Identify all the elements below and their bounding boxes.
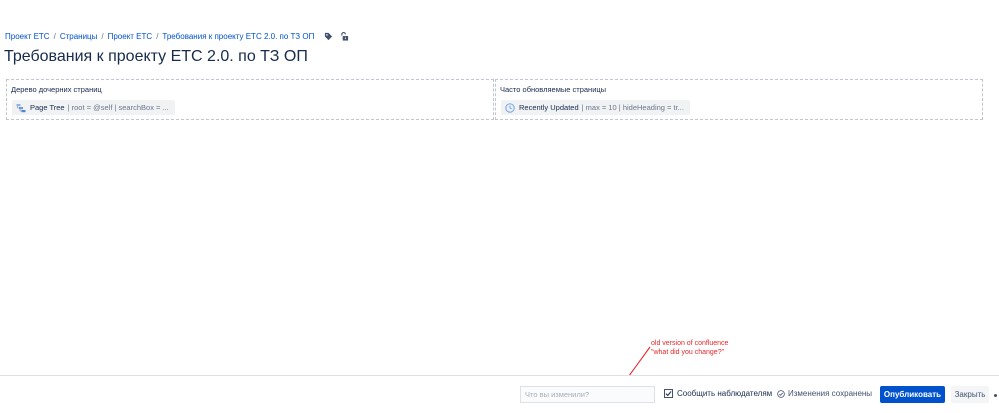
page-tree-macro[interactable]: Page Tree | root = @self | searchBox = .…	[12, 100, 175, 115]
more-options-icon[interactable]	[994, 394, 997, 397]
breadcrumb-separator: /	[101, 32, 104, 41]
page-title[interactable]: Требования к проекту ЕТС 2.0. по ТЗ ОП	[4, 48, 308, 66]
close-button[interactable]: Закрыть	[951, 386, 989, 403]
publish-button[interactable]: Опубликовать	[880, 386, 945, 403]
notify-watchers-checkbox[interactable]	[664, 389, 673, 398]
breadcrumb-separator: /	[53, 32, 56, 41]
unlock-icon[interactable]	[340, 32, 349, 41]
check-circle-icon	[777, 389, 785, 398]
clock-icon	[505, 102, 515, 113]
recently-updated-macro[interactable]: Recently Updated | max = 10 | hideHeadin…	[501, 100, 690, 115]
notify-watchers-option[interactable]: Сообщить наблюдателям	[664, 389, 772, 398]
section-child-pages: Дерево дочерних страниц Page Tree | root…	[6, 79, 494, 120]
breadcrumb-item-space[interactable]: Проект ЕТС	[5, 32, 50, 41]
editor-footer: Сообщить наблюдателям Изменения сохранен…	[0, 375, 999, 413]
change-comment-input[interactable]	[520, 386, 655, 403]
save-status-label: Изменения сохранены	[788, 389, 873, 398]
macro-params: | root = @self | searchBox = ...	[67, 103, 169, 112]
breadcrumb: Проект ЕТС / Страницы / Проект ЕТС / Тре…	[5, 32, 349, 41]
annotation-line: old version of confluence	[651, 340, 729, 347]
macro-name: Page Tree	[30, 103, 65, 112]
macro-name: Recently Updated	[519, 103, 579, 112]
label-icon[interactable]	[324, 32, 333, 41]
save-status: Изменения сохранены	[777, 389, 872, 398]
breadcrumb-item-project[interactable]: Проект ЕТС	[108, 32, 153, 41]
notify-watchers-label: Сообщить наблюдателям	[677, 389, 773, 398]
page-tree-icon	[16, 103, 26, 113]
section-recently-updated: Часто обновляемые страницы Recently Upda…	[495, 79, 983, 120]
macro-params: | max = 10 | hideHeading = tr...	[581, 103, 684, 112]
breadcrumb-separator: /	[156, 32, 159, 41]
annotation-note: old version of confluence "what did you …	[651, 339, 728, 357]
section-heading[interactable]: Часто обновляемые страницы	[500, 85, 606, 94]
annotation-line: "what did you change?"	[651, 349, 725, 356]
breadcrumb-item-parent[interactable]: Требования к проекту ЕТС 2.0. по ТЗ ОП	[162, 32, 314, 41]
section-heading[interactable]: Дерево дочерних страниц	[11, 85, 102, 94]
breadcrumb-item-pages[interactable]: Страницы	[60, 32, 98, 41]
